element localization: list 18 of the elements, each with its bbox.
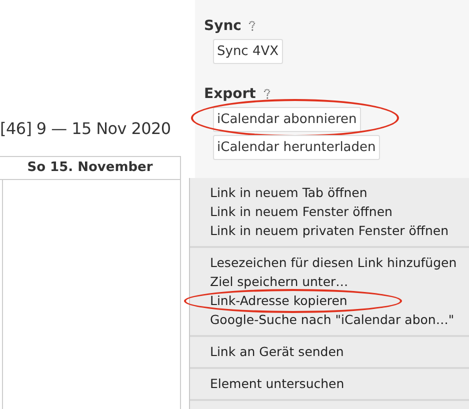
section-heading: Sync: [204, 18, 242, 34]
menu-item[interactable]: Link in neuem Tab öffnen: [190, 183, 469, 202]
help-icon[interactable]: [262, 88, 271, 100]
menu-item[interactable]: Link in neuem Fenster öffnen: [190, 202, 469, 221]
menu-item[interactable]: Google-Suche nach "iCalendar abon…": [190, 310, 469, 329]
section-heading: Export: [204, 86, 256, 102]
menu-item[interactable]: Link-Adresse kopieren: [190, 291, 469, 310]
column-header: So 15. November: [0, 156, 181, 180]
menu-item[interactable]: Lesezeichen für diesen Link hinzufügen: [190, 253, 469, 272]
export-button[interactable]: iCalendar herunterladen: [213, 135, 380, 160]
menu-item[interactable]: Link in neuem privaten Fenster öffnen: [190, 221, 469, 240]
menu-item[interactable]: Ziel speichern unter…: [190, 272, 469, 291]
help-icon[interactable]: [248, 20, 256, 32]
menu-item[interactable]: Link an Gerät senden: [190, 342, 469, 361]
menu-item[interactable]: Element untersuchen: [190, 374, 469, 393]
export-button[interactable]: iCalendar abonnieren: [213, 107, 361, 132]
export-button[interactable]: Sync 4VX: [213, 39, 283, 64]
week-title: [46] 9 — 15 Nov 2020: [0, 119, 172, 138]
